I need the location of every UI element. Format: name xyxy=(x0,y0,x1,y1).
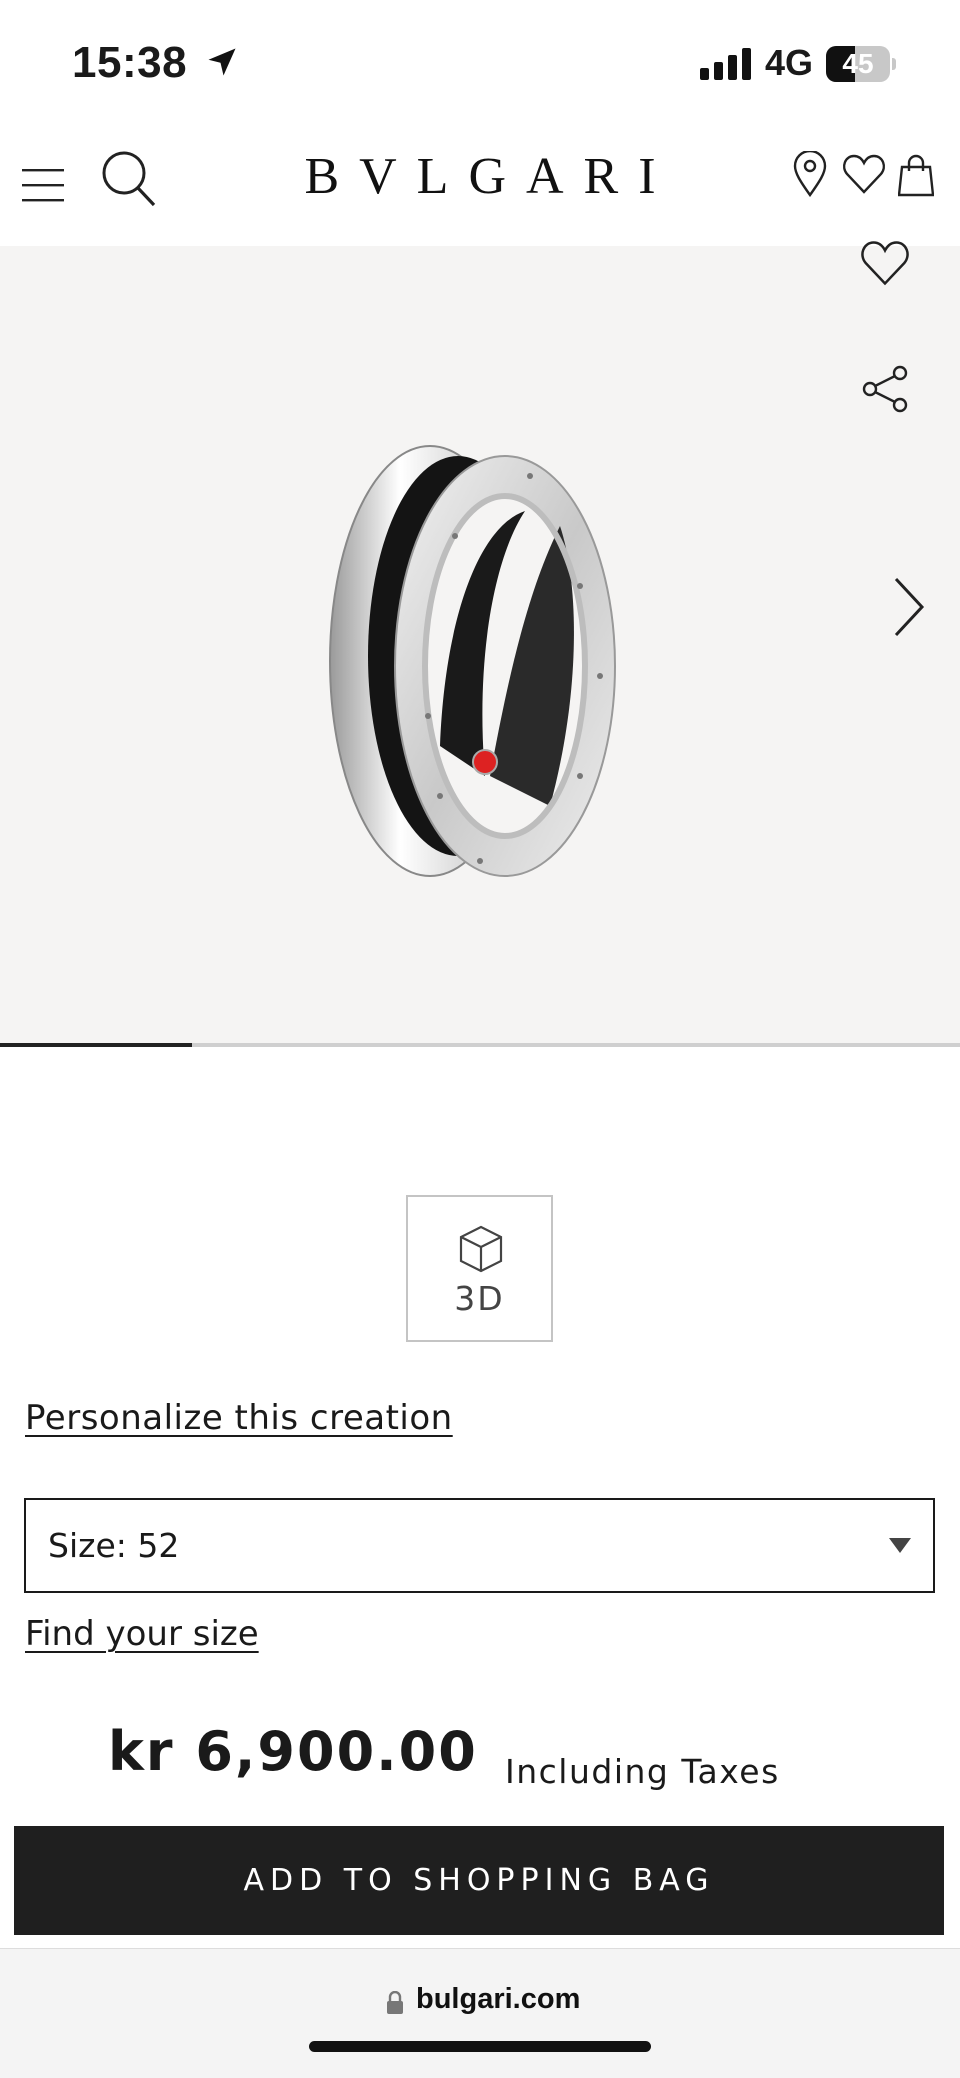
home-indicator xyxy=(309,2041,651,2052)
battery-level: 45 xyxy=(842,48,874,79)
caret-down-icon xyxy=(889,1538,911,1553)
status-time: 15:38 xyxy=(72,38,188,87)
view-3d-button[interactable]: 3D xyxy=(406,1195,553,1342)
size-select-value: Size: 52 xyxy=(48,1526,180,1565)
find-your-size-link[interactable]: Find your size xyxy=(25,1614,259,1654)
gallery-progress xyxy=(0,1043,960,1047)
wishlist-icon[interactable] xyxy=(842,153,886,195)
wishlist-icon[interactable] xyxy=(860,238,910,288)
size-select[interactable]: Size: 52 xyxy=(24,1498,935,1593)
status-bar: 15:38 4G 45 xyxy=(0,0,960,125)
gallery-progress-fill xyxy=(0,1043,192,1047)
cube-icon xyxy=(459,1225,503,1273)
add-to-bag-button[interactable]: ADD TO SHOPPING BAG xyxy=(14,1826,944,1935)
product-gallery[interactable] xyxy=(0,241,960,1047)
personalize-link[interactable]: Personalize this creation xyxy=(25,1398,453,1438)
location-arrow-icon xyxy=(208,48,236,76)
network-type: 4G xyxy=(765,42,814,83)
product-image-ring xyxy=(329,445,616,877)
battery-icon: 45 xyxy=(826,46,896,82)
signal-bars-icon xyxy=(700,48,751,80)
tax-note: Including Taxes xyxy=(505,1752,780,1791)
view-3d-label: 3D xyxy=(454,1279,505,1318)
browser-url-bar[interactable]: bulgari.com xyxy=(0,1948,960,2078)
shopping-bag-icon[interactable] xyxy=(898,153,934,197)
store-locator-icon[interactable] xyxy=(792,151,828,197)
site-header: BVLGARI xyxy=(0,125,960,246)
share-icon[interactable] xyxy=(860,364,910,414)
lock-icon xyxy=(387,1991,403,2014)
chevron-right-icon[interactable] xyxy=(892,576,926,638)
product-price: kr 6,900.00 xyxy=(108,1720,478,1783)
url-text: bulgari.com xyxy=(416,1983,581,2015)
